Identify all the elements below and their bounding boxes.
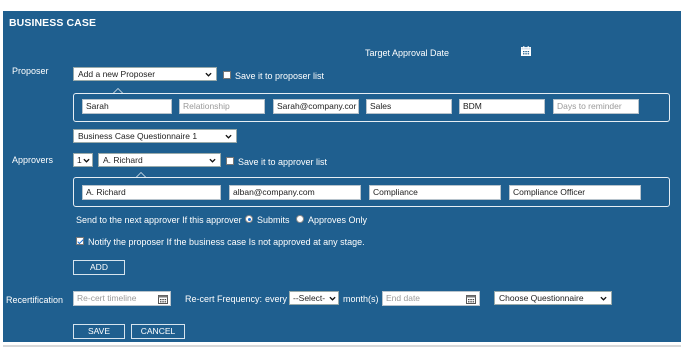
approver-department-field[interactable]: Compliance bbox=[369, 185, 501, 200]
chevron-down-icon bbox=[83, 158, 90, 163]
notify-proposer-label: Notify the proposer If the business case… bbox=[88, 237, 365, 247]
cancel-button[interactable]: CANCEL bbox=[131, 324, 185, 339]
proposer-relationship-field[interactable]: Relationship bbox=[179, 99, 265, 114]
proposer-select-value: Add a new Proposer bbox=[78, 69, 156, 79]
save-proposer-checkbox[interactable] bbox=[223, 71, 231, 79]
approver-title-field[interactable]: Compliance Officer bbox=[509, 185, 641, 200]
save-proposer-label: Save it to proposer list bbox=[235, 71, 325, 81]
add-button[interactable]: ADD bbox=[73, 260, 125, 275]
recert-every-label: every bbox=[265, 294, 288, 304]
proposer-department-field[interactable]: Sales bbox=[366, 99, 452, 114]
chevron-down-icon bbox=[205, 72, 212, 77]
divider bbox=[3, 345, 681, 347]
panel-title: BUSINESS CASE bbox=[9, 17, 97, 29]
approver-order-select[interactable]: 1 bbox=[73, 153, 93, 167]
calendar-icon[interactable] bbox=[521, 46, 531, 56]
approver-select[interactable]: A. Richard bbox=[98, 153, 221, 167]
notify-proposer-checkbox[interactable] bbox=[76, 237, 84, 245]
recert-frequency-select[interactable]: --Select- bbox=[289, 291, 339, 305]
recert-questionnaire-value: Choose Questionnaire bbox=[499, 293, 584, 303]
recert-questionnaire-select[interactable]: Choose Questionnaire bbox=[494, 291, 612, 305]
approves-only-label: Approves Only bbox=[308, 215, 368, 225]
calendar-icon[interactable] bbox=[466, 294, 476, 304]
recert-end-date-placeholder: End date bbox=[386, 293, 421, 303]
proposer-title-field[interactable]: BDM bbox=[459, 99, 545, 114]
questionnaire-select-value: Business Case Questionnaire 1 bbox=[78, 131, 198, 141]
recertification-label: Recertification bbox=[6, 295, 64, 305]
recert-months-label: month(s) bbox=[343, 294, 379, 304]
approver-email-field[interactable]: alban@company.com bbox=[229, 185, 361, 200]
recert-frequency-value: --Select- bbox=[293, 293, 326, 303]
business-case-panel: BUSINESS CASE Target Approval Date Propo… bbox=[3, 11, 681, 342]
questionnaire-select[interactable]: Business Case Questionnaire 1 bbox=[73, 129, 237, 143]
recert-frequency-label: Re-cert Frequency: bbox=[185, 294, 263, 304]
submits-radio[interactable] bbox=[245, 215, 253, 223]
approver-select-value: A. Richard bbox=[103, 155, 143, 165]
save-button[interactable]: SAVE bbox=[73, 324, 125, 339]
proposer-reminder-field[interactable]: Days to reminder bbox=[553, 99, 639, 114]
approver-order-value: 1 bbox=[77, 155, 82, 165]
proposer-label: Proposer bbox=[12, 66, 49, 76]
approves-only-radio[interactable] bbox=[296, 215, 304, 223]
approver-name-field[interactable]: A. Richard bbox=[82, 185, 221, 200]
proposer-name-field[interactable]: Sarah bbox=[82, 99, 172, 114]
recert-timeline-field[interactable]: Re-cert timeline bbox=[73, 291, 171, 306]
chevron-down-icon bbox=[329, 296, 336, 301]
proposer-select[interactable]: Add a new Proposer bbox=[73, 67, 217, 81]
recert-timeline-placeholder: Re-cert timeline bbox=[77, 293, 137, 303]
target-approval-date-label: Target Approval Date bbox=[365, 48, 450, 58]
save-approver-label: Save it to approver list bbox=[238, 157, 328, 167]
submits-label: Submits bbox=[257, 215, 290, 225]
approvers-label: Approvers bbox=[12, 155, 54, 165]
save-approver-checkbox[interactable] bbox=[226, 157, 234, 165]
chevron-down-icon bbox=[600, 296, 607, 301]
send-next-label: Send to the next approver If this approv… bbox=[76, 215, 242, 225]
chevron-down-icon bbox=[225, 134, 232, 139]
proposer-email-field[interactable]: Sarah@company.cor bbox=[273, 99, 359, 114]
chevron-down-icon bbox=[209, 158, 216, 163]
calendar-icon[interactable] bbox=[158, 294, 168, 304]
